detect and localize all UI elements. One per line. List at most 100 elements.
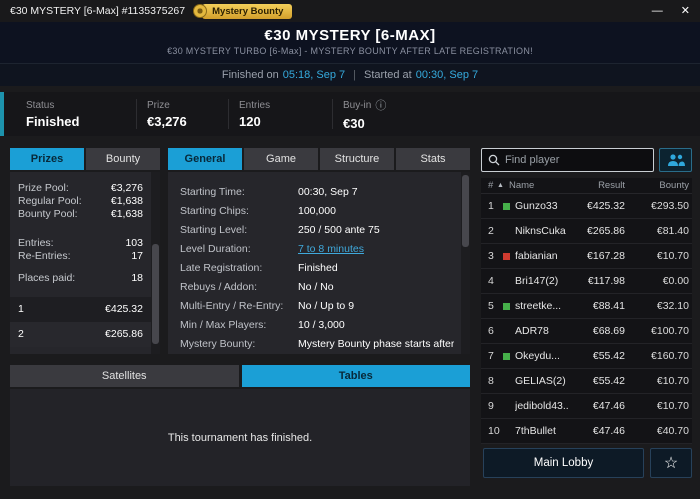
player-result: €47.46 <box>592 425 625 437</box>
tab-satellites[interactable]: Satellites <box>10 365 239 387</box>
player-name: streetke... <box>515 300 562 312</box>
player-row[interactable]: 4 Bri147(2) €117.98 €0.00 <box>481 269 692 294</box>
column-rank[interactable]: # <box>488 180 497 191</box>
status-label: Status <box>26 99 55 111</box>
player-rank: 2 <box>488 225 494 237</box>
player-row[interactable]: 8 GELIAS(2) €55.42 €10.70 <box>481 369 692 394</box>
column-bounty[interactable]: Bounty <box>625 180 689 191</box>
player-row[interactable]: 10 7thBullet €47.46 €40.70 <box>481 419 692 444</box>
min-max-players-label: Min / Max Players: <box>180 319 267 331</box>
tab-tables[interactable]: Tables <box>241 365 470 387</box>
tab-general[interactable]: General <box>168 148 242 170</box>
time-bar: Finished on 05:18, Sep 7 | Started at 00… <box>0 63 700 86</box>
player-row[interactable]: 1 Gunzo33 €425.32 €293.50 <box>481 194 692 219</box>
tab-bounty[interactable]: Bounty <box>86 148 160 170</box>
tab-structure[interactable]: Structure <box>320 148 394 170</box>
player-status-dot <box>503 352 510 360</box>
started-label: Started at <box>364 69 412 81</box>
search-icon <box>488 154 500 166</box>
player-name: NiknsCuka <box>515 225 566 237</box>
players-table-header: # ▲ Name Result Bounty <box>481 178 692 194</box>
players-icon <box>667 154 685 166</box>
search-input[interactable] <box>505 154 647 166</box>
starting-time-row: Starting Time: 00:30, Sep 7 <box>180 186 454 198</box>
info-icon[interactable]: ⓘ <box>375 97 386 113</box>
player-row[interactable]: 7 Okeydu... €55.42 €160.70 <box>481 344 692 369</box>
player-rank: 9 <box>488 400 494 412</box>
tab-game[interactable]: Game <box>244 148 318 170</box>
sort-asc-icon[interactable]: ▲ <box>497 182 509 189</box>
starting-chips-label: Starting Chips: <box>180 205 249 217</box>
player-name: ADR78 <box>515 325 549 337</box>
tournament-finished-message: This tournament has finished. <box>167 431 313 444</box>
close-icon[interactable]: ✕ <box>681 0 690 22</box>
prize-pool-panel: Prize Pool: €3,276 Regular Pool: €1,638 … <box>10 172 160 354</box>
player-rank: 3 <box>488 250 494 262</box>
starting-time-value: 00:30, Sep 7 <box>298 186 358 198</box>
mystery-bounty-value: Mystery Bounty phase starts after the en… <box>298 338 454 350</box>
payout-place: 2 <box>18 328 24 340</box>
entries-row: Entries: 103 <box>18 237 143 250</box>
scrollbar-thumb[interactable] <box>462 175 469 247</box>
bounty-pool-label: Bounty Pool: <box>18 208 78 220</box>
column-result[interactable]: Result <box>568 180 625 191</box>
player-name: jedibold43... <box>515 400 568 412</box>
player-rank: 1 <box>488 200 494 212</box>
player-rank: 7 <box>488 350 494 362</box>
prize-pool-value: €3,276 <box>110 182 143 194</box>
places-paid-label: Places paid: <box>18 272 76 284</box>
tournament-lobby-window: €30 MYSTERY [6-Max] #1135375267 Mystery … <box>0 0 700 499</box>
player-row[interactable]: 3 fabianian €167.28 €10.70 <box>481 244 692 269</box>
multi-entry-label: Multi-Entry / Re-Entry: <box>180 300 284 312</box>
tab-prizes[interactable]: Prizes <box>10 148 84 170</box>
prize-panel-scrollbar[interactable] <box>151 172 160 354</box>
player-name: Bri147(2) <box>515 275 559 287</box>
titlebar: €30 MYSTERY [6-Max] #1135375267 Mystery … <box>0 0 700 22</box>
player-bounty: €100.70 <box>651 325 689 337</box>
payout-row[interactable]: 2 €265.86 <box>10 322 160 347</box>
player-result: €68.69 <box>592 325 625 337</box>
players-table: # ▲ Name Result Bounty 1 Gunzo33 €425.32… <box>481 178 692 444</box>
payout-row[interactable]: 1 €425.32 <box>10 297 160 322</box>
show-players-button[interactable] <box>659 148 692 172</box>
time-separator: | <box>353 69 357 81</box>
player-bounty: €10.70 <box>656 250 689 262</box>
player-result: €117.98 <box>587 275 625 287</box>
player-bounty: €32.10 <box>656 300 689 312</box>
column-name[interactable]: Name <box>509 180 568 191</box>
buyin-label-text: Buy-in <box>343 99 372 111</box>
player-status-dot <box>503 202 510 210</box>
late-registration-label: Late Registration: <box>180 262 263 274</box>
rebuys-addon-value: No / No <box>298 281 334 293</box>
scrollbar-thumb[interactable] <box>152 244 159 344</box>
entries-count-label: Entries: <box>18 237 54 249</box>
player-row[interactable]: 6 ADR78 €68.69 €100.70 <box>481 319 692 344</box>
player-row[interactable]: 5 streetke... €88.41 €32.10 <box>481 294 692 319</box>
prize-tabs: Prizes Bounty <box>10 148 160 170</box>
player-result: €55.42 <box>592 350 625 362</box>
player-bounty: €81.40 <box>656 225 689 237</box>
level-duration-link[interactable]: 7 to 8 minutes <box>298 243 364 255</box>
tab-stats[interactable]: Stats <box>396 148 470 170</box>
favorite-button[interactable]: ☆ <box>650 448 692 478</box>
payout-amount: €265.86 <box>105 328 143 340</box>
finished-label: Finished on <box>221 69 279 81</box>
bounty-pool-value: €1,638 <box>110 208 143 220</box>
player-name: Gunzo33 <box>515 200 558 212</box>
regular-pool-value: €1,638 <box>110 195 143 207</box>
minimize-icon[interactable]: — <box>652 0 663 22</box>
starting-time-label: Starting Time: <box>180 186 245 198</box>
window-controls: — ✕ <box>652 0 690 22</box>
player-row[interactable]: 9 jedibold43... €47.46 €10.70 <box>481 394 692 419</box>
tournament-header: €30 MYSTERY [6-MAX] €30 MYSTERY TURBO [6… <box>0 22 700 63</box>
bottom-tabs: Satellites Tables <box>10 365 470 387</box>
entries-count-value: 103 <box>125 237 143 249</box>
find-player-searchbox[interactable] <box>481 148 654 172</box>
info-panel-scrollbar[interactable] <box>461 172 470 354</box>
player-row[interactable]: 2 NiknsCuka €265.86 €81.40 <box>481 219 692 244</box>
player-result: €265.86 <box>587 225 625 237</box>
prize-label: Prize <box>147 99 170 111</box>
player-name: fabianian <box>515 250 558 262</box>
player-rank: 6 <box>488 325 494 337</box>
main-lobby-button[interactable]: Main Lobby <box>483 448 644 478</box>
